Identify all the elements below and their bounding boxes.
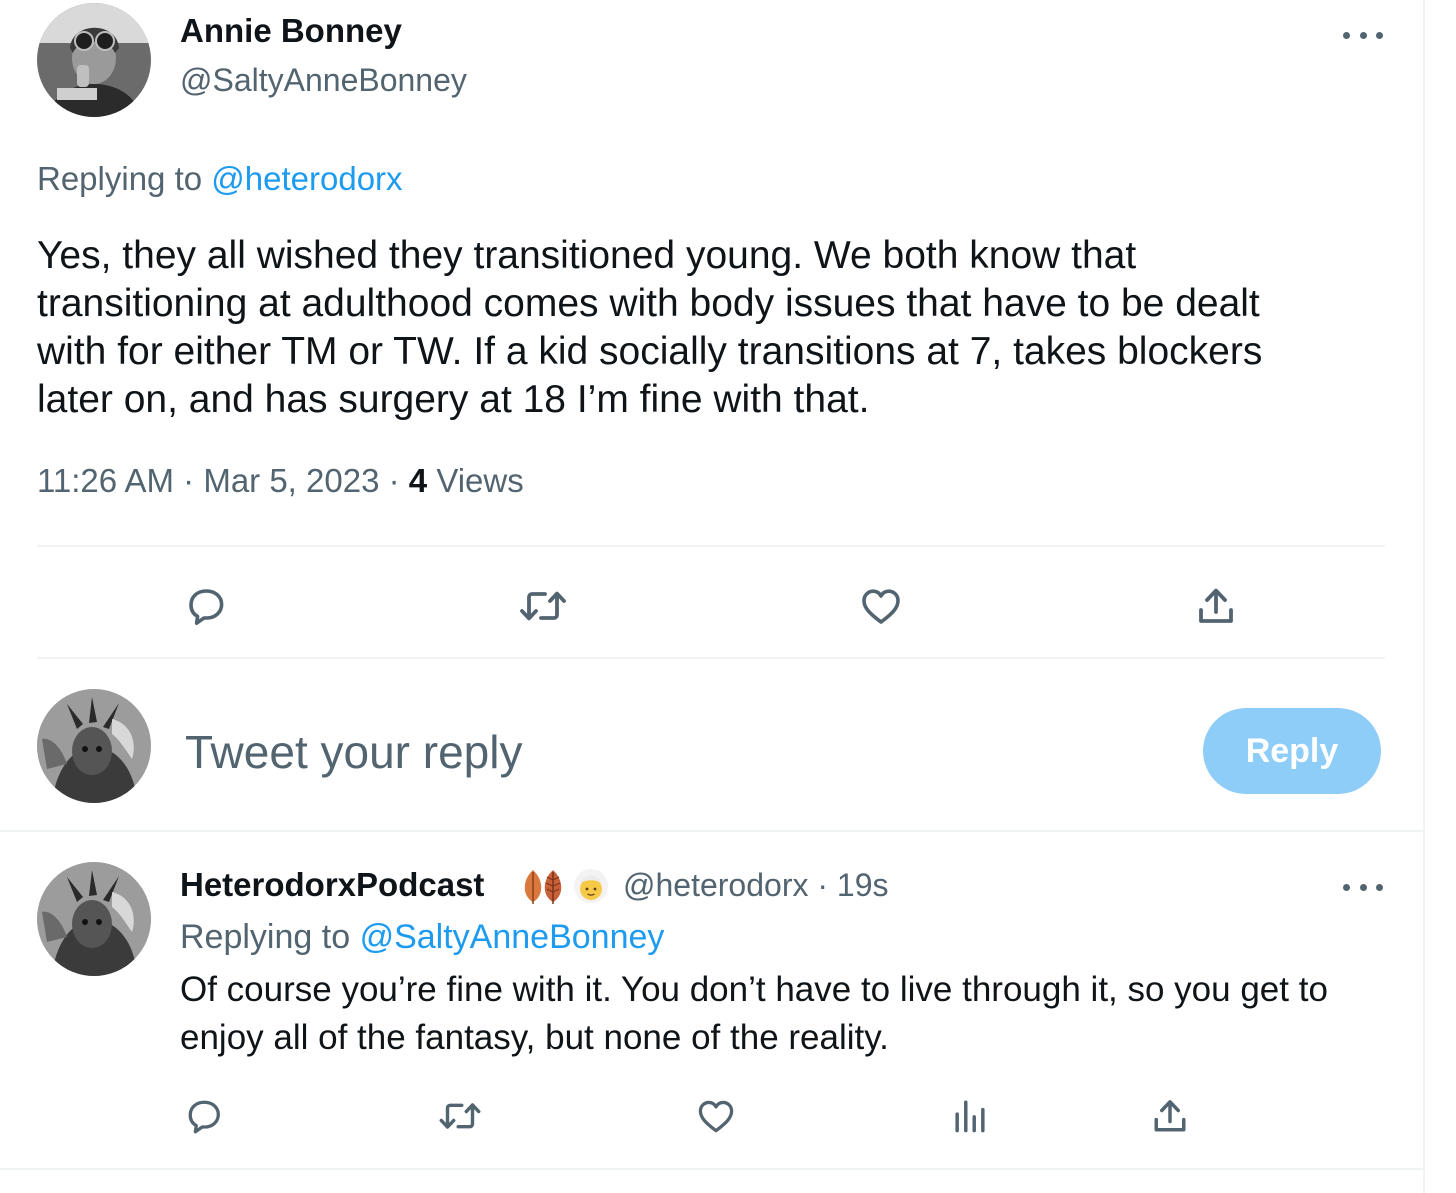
like-action-button[interactable]: [855, 580, 907, 632]
share-action-button[interactable]: [1146, 1092, 1194, 1140]
comment-icon: [189, 589, 224, 625]
reply-timestamp[interactable]: 19s: [837, 867, 889, 903]
composer-avatar[interactable]: [37, 689, 151, 803]
analytics-icon: [955, 1100, 985, 1133]
retweet-icon: [439, 1103, 481, 1129]
avatar-etching-icon: [37, 862, 151, 976]
person-emoji-icon: [574, 869, 608, 903]
author-display-name[interactable]: Annie Bonney: [180, 12, 402, 50]
share-icon: [1199, 588, 1233, 623]
leaf-icon: [544, 870, 562, 904]
tweet-time[interactable]: 11:26 AM: [37, 462, 174, 499]
divider: [37, 545, 1385, 547]
like-icon: [698, 1100, 734, 1133]
reply-author-avatar[interactable]: [37, 862, 151, 976]
replying-to-label: Replying to: [37, 160, 203, 197]
analytics-action-button[interactable]: [946, 1092, 994, 1140]
replying-to-mention[interactable]: @heterodorx: [211, 160, 402, 197]
avatar-photo-icon: [37, 3, 151, 117]
author-avatar[interactable]: [37, 3, 151, 117]
like-icon: [862, 589, 900, 624]
reply-author-display-name[interactable]: HeterodorxPodcast: [180, 866, 484, 904]
replying-to-mention[interactable]: @SaltyAnneBonney: [360, 918, 665, 956]
meta-separator: ·: [817, 867, 829, 903]
reply-author-handle[interactable]: @heterodorx: [623, 867, 808, 903]
like-action-button[interactable]: [692, 1092, 740, 1140]
more-icon[interactable]: [1343, 875, 1383, 899]
more-icon[interactable]: [1343, 23, 1383, 47]
tweet-thread-page: Annie Bonney @SaltyAnneBonney Replying t…: [0, 0, 1456, 1193]
tweet-text: Yes, they all wished they transitioned y…: [37, 234, 1263, 421]
retweet-action-button[interactable]: [434, 1092, 486, 1140]
reply-action-button[interactable]: [180, 580, 232, 632]
views-label[interactable]: Views: [436, 462, 523, 499]
reply-input[interactable]: Tweet your reply: [185, 725, 522, 779]
divider: [0, 1168, 1423, 1170]
tweet-meta: 11:26 AM · Mar 5, 2023 · 4 Views: [37, 462, 524, 500]
retweet-icon: [520, 591, 566, 621]
replying-to-line: Replying to @heterodorx: [37, 160, 403, 198]
comment-icon: [188, 1100, 220, 1134]
divider: [37, 657, 1385, 659]
meta-separator: ·: [388, 462, 400, 499]
divider: [0, 830, 1423, 832]
reply-handle-line: @heterodorx · 19s: [623, 867, 889, 904]
column-border: [1423, 0, 1425, 1193]
retweet-action-button[interactable]: [513, 580, 573, 632]
author-handle[interactable]: @SaltyAnneBonney: [180, 62, 467, 99]
views-count: 4: [408, 462, 428, 499]
avatar-etching-icon: [37, 689, 151, 803]
share-action-button[interactable]: [1190, 580, 1242, 632]
share-icon: [1154, 1100, 1186, 1132]
meta-separator: ·: [183, 462, 195, 499]
reply-button[interactable]: Reply: [1203, 708, 1381, 794]
tweet-date[interactable]: Mar 5, 2023: [203, 462, 379, 499]
reply-action-button[interactable]: [180, 1092, 228, 1140]
reply-replying-to-line: Replying to @SaltyAnneBonney: [180, 918, 664, 957]
replying-to-label: Replying to: [180, 918, 351, 956]
reply-tweet-text: Of course you’re fine with it. You don’t…: [180, 970, 1328, 1057]
